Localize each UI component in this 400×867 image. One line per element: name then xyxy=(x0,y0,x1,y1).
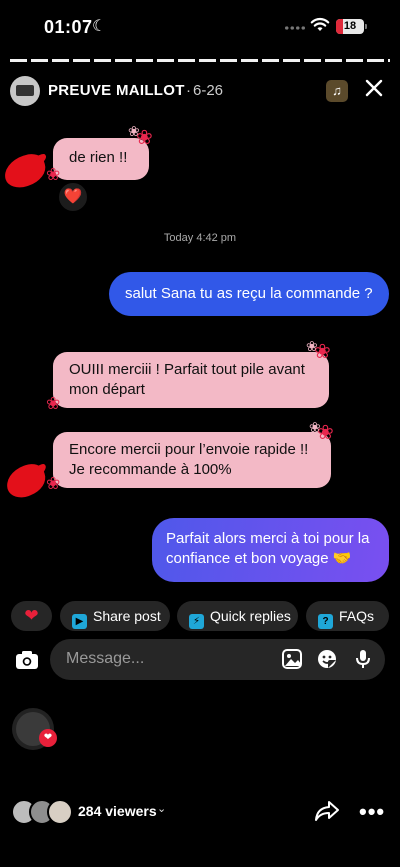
camera-icon[interactable] xyxy=(12,645,42,675)
viewer-avatar xyxy=(47,799,73,825)
like-heart-button[interactable]: ❤ xyxy=(11,601,52,631)
battery-indicator: 18 xyxy=(336,19,364,34)
message-bubble[interactable]: de rien !! xyxy=(53,138,149,180)
timestamp: Today 4:42 pm xyxy=(163,232,237,244)
faqs-button[interactable]: ? FAQs xyxy=(306,601,389,631)
flower-sticker-icon: ❀ xyxy=(306,338,318,354)
share-post-icon: ▶ xyxy=(72,614,87,629)
header-separator: · xyxy=(186,82,191,99)
account-avatar[interactable] xyxy=(10,76,40,106)
flower-sticker-icon: ❀ xyxy=(46,474,61,493)
status-time: 01:07 xyxy=(44,17,93,37)
viewers-count[interactable]: 284 viewers xyxy=(78,803,157,819)
moon-icon: ☾ xyxy=(92,18,107,35)
heart-badge-icon: ❤ xyxy=(39,729,57,747)
chevron-down-icon[interactable]: ⌄ xyxy=(157,802,166,815)
question-icon: ? xyxy=(318,614,333,629)
message-bubble[interactable]: salut Sana tu as reçu la commande ? xyxy=(109,272,389,316)
message-bubble[interactable]: Encore mercii pour l’envoie rapide !! Je… xyxy=(53,432,331,488)
more-options-icon[interactable]: ••• xyxy=(359,799,385,825)
close-icon[interactable] xyxy=(364,78,384,98)
flower-sticker-icon: ❀ xyxy=(128,123,140,139)
flower-sticker-icon: ❀ xyxy=(46,165,61,184)
flower-sticker-icon: ❀ xyxy=(46,394,61,413)
share-icon[interactable] xyxy=(314,800,340,822)
lightning-icon: ⚡ xyxy=(189,614,204,629)
story-date: 6-26 xyxy=(193,82,224,99)
message-placeholder: Message... xyxy=(66,650,145,667)
wifi-icon xyxy=(310,17,330,31)
sticker-icon[interactable] xyxy=(316,648,338,670)
account-name[interactable]: PREUVE MAILLOT xyxy=(48,82,185,99)
message-bubble[interactable]: OUIII merciii ! Parfait tout pile avant … xyxy=(53,352,329,408)
flower-sticker-icon: ❀ xyxy=(309,419,321,435)
story-progress-bar xyxy=(10,59,390,62)
share-post-button[interactable]: ▶ Share post xyxy=(60,601,170,631)
microphone-icon[interactable] xyxy=(352,648,374,670)
music-icon[interactable]: ♫ xyxy=(326,80,348,102)
signal-dots-icon xyxy=(284,26,306,30)
heart-reaction[interactable]: ❤️ xyxy=(58,182,88,212)
quick-replies-button[interactable]: ⚡ Quick replies xyxy=(177,601,298,631)
battery-tip xyxy=(365,24,367,29)
message-bubble[interactable]: Parfait alors merci à toi pour la confia… xyxy=(152,518,389,582)
gallery-icon[interactable] xyxy=(281,648,303,670)
